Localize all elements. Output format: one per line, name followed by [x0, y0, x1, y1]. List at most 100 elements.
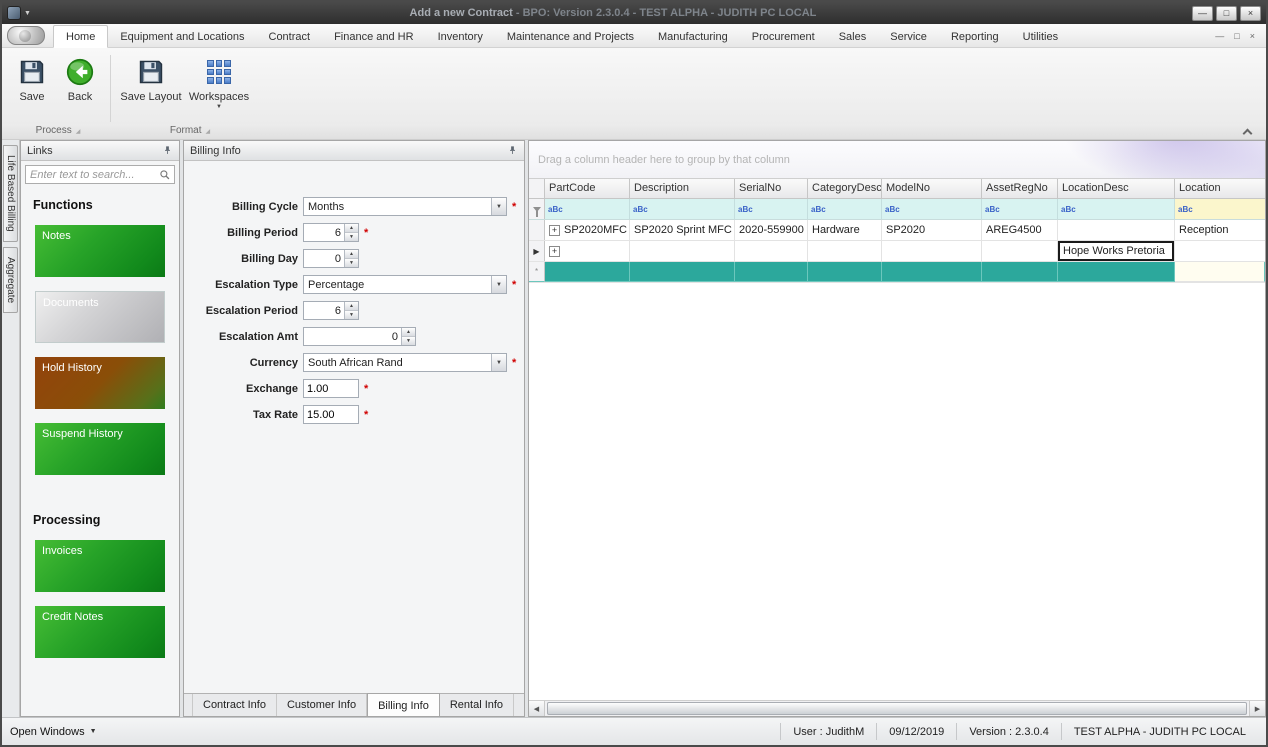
tax-rate-field[interactable] — [303, 405, 359, 424]
back-button[interactable]: Back — [56, 53, 104, 124]
cell-partcode[interactable]: + — [545, 241, 630, 261]
spin-up-icon[interactable]: ▲ — [345, 302, 358, 310]
cell-modelno[interactable]: SP2020 — [882, 220, 982, 240]
ribbon-tab-inventory[interactable]: Inventory — [426, 26, 495, 47]
chevron-down-icon[interactable]: ▼ — [491, 198, 506, 215]
open-windows-button[interactable]: Open Windows ▼ — [10, 726, 97, 738]
spin-down-icon[interactable]: ▼ — [402, 336, 415, 345]
ribbon-tab-home[interactable]: Home — [53, 25, 109, 48]
billing-cycle-select[interactable]: Months ▼ — [303, 197, 507, 216]
tab-contract-info[interactable]: Contract Info — [192, 694, 277, 716]
ribbon-tab-finance-and-hr[interactable]: Finance and HR — [322, 26, 426, 47]
ribbon-tab-contract[interactable]: Contract — [257, 26, 323, 47]
filter-cell-serialno[interactable]: aBc — [735, 199, 808, 219]
search-icon[interactable] — [159, 169, 171, 181]
workspaces-button[interactable]: Workspaces ▼ — [185, 53, 253, 124]
app-icon[interactable] — [7, 6, 21, 20]
cell-locationdesc[interactable] — [1058, 262, 1175, 282]
spin-up-icon[interactable]: ▲ — [345, 250, 358, 258]
ribbon-minimize-icon[interactable]: — — [1215, 31, 1224, 41]
dialog-launcher-icon[interactable]: ◢ — [206, 129, 211, 135]
spin-down-icon[interactable]: ▼ — [345, 232, 358, 241]
column-header-partcode[interactable]: PartCode — [545, 179, 630, 198]
spin-up-icon[interactable]: ▲ — [345, 224, 358, 232]
ribbon-tab-utilities[interactable]: Utilities — [1011, 26, 1070, 47]
escalation-period-stepper[interactable]: 6 ▲ ▼ — [303, 301, 359, 320]
close-button[interactable]: × — [1240, 5, 1261, 21]
cell-assetregno[interactable] — [982, 241, 1058, 261]
ribbon-tab-reporting[interactable]: Reporting — [939, 26, 1011, 47]
cell-modelno[interactable] — [882, 262, 982, 282]
escalation-type-select[interactable]: Percentage ▼ — [303, 275, 507, 294]
escalation-amt-stepper[interactable]: 0 ▲ ▼ — [303, 327, 416, 346]
cell-serialno[interactable] — [735, 241, 808, 261]
filter-cell-categorydesc[interactable]: aBc — [808, 199, 882, 219]
scroll-left-icon[interactable]: ◀ — [529, 701, 545, 716]
column-header-location[interactable]: Location — [1175, 179, 1265, 198]
chevron-down-icon[interactable]: ▼ — [491, 354, 506, 371]
billing-day-stepper[interactable]: 0 ▲ ▼ — [303, 249, 359, 268]
exchange-input[interactable] — [304, 382, 358, 395]
application-menu-button[interactable] — [7, 26, 45, 45]
cell-partcode[interactable]: + SP2020MFC — [545, 220, 630, 240]
cell-partcode[interactable] — [545, 262, 630, 282]
documents-button[interactable]: Documents — [35, 291, 165, 343]
filter-cell-locationdesc[interactable]: aBc — [1058, 199, 1175, 219]
column-header-description[interactable]: Description — [630, 179, 735, 198]
scrollbar-thumb[interactable] — [547, 702, 1247, 715]
filter-cell-modelno[interactable]: aBc — [882, 199, 982, 219]
cell-assetregno[interactable] — [982, 262, 1058, 282]
cell-location[interactable] — [1175, 262, 1265, 282]
currency-select[interactable]: South African Rand ▼ — [303, 353, 507, 372]
expand-row-icon[interactable]: + — [549, 224, 560, 236]
quick-access-dropdown-icon[interactable]: ▼ — [24, 10, 31, 17]
horizontal-scrollbar[interactable]: ◀ ▶ — [529, 700, 1265, 716]
filter-cell-description[interactable]: aBc — [630, 199, 735, 219]
cell-serialno[interactable]: 2020-559900 — [735, 220, 808, 240]
ribbon-tab-maintenance-and-projects[interactable]: Maintenance and Projects — [495, 26, 646, 47]
side-tab-life-based-billing[interactable]: Life Based Billing — [3, 145, 18, 242]
hold-history-button[interactable]: Hold History — [35, 357, 165, 409]
side-tab-aggregate[interactable]: Aggregate — [3, 246, 18, 313]
ribbon-collapse-icon[interactable] — [1242, 128, 1252, 136]
tab-customer-info[interactable]: Customer Info — [277, 694, 368, 716]
tax-rate-input[interactable] — [304, 408, 358, 421]
cell-location[interactable] — [1175, 241, 1265, 261]
tab-rental-info[interactable]: Rental Info — [440, 694, 515, 716]
ribbon-tab-manufacturing[interactable]: Manufacturing — [646, 26, 740, 47]
cell-locationdesc-editing[interactable]: Hope Works Pretoria — [1058, 241, 1175, 261]
cell-description[interactable] — [630, 241, 735, 261]
ribbon-tab-service[interactable]: Service — [878, 26, 939, 47]
credit-notes-button[interactable]: Credit Notes — [35, 606, 165, 658]
spin-up-icon[interactable]: ▲ — [402, 328, 415, 336]
ribbon-tab-sales[interactable]: Sales — [827, 26, 879, 47]
cell-assetregno[interactable]: AREG4500 — [982, 220, 1058, 240]
exchange-field[interactable] — [303, 379, 359, 398]
dialog-launcher-icon[interactable]: ◢ — [76, 129, 81, 135]
cell-location[interactable]: Reception — [1175, 220, 1265, 240]
cell-categorydesc[interactable]: Hardware — [808, 220, 882, 240]
cell-categorydesc[interactable] — [808, 262, 882, 282]
ribbon-close-icon[interactable]: × — [1250, 31, 1255, 41]
minimize-button[interactable]: — — [1192, 5, 1213, 21]
cell-modelno[interactable] — [882, 241, 982, 261]
billing-period-stepper[interactable]: 6 ▲ ▼ — [303, 223, 359, 242]
cell-description[interactable]: SP2020 Sprint MFC — [630, 220, 735, 240]
ribbon-tab-equipment-and-locations[interactable]: Equipment and Locations — [108, 26, 256, 47]
expand-row-icon[interactable]: + — [549, 245, 560, 257]
column-header-assetregno[interactable]: AssetRegNo — [982, 179, 1058, 198]
column-header-categorydesc[interactable]: CategoryDesc — [808, 179, 882, 198]
filter-cell-partcode[interactable]: aBc — [545, 199, 630, 219]
cell-serialno[interactable] — [735, 262, 808, 282]
restore-button[interactable]: □ — [1216, 5, 1237, 21]
ribbon-restore-icon[interactable]: □ — [1234, 31, 1239, 41]
chevron-down-icon[interactable]: ▼ — [491, 276, 506, 293]
save-layout-button[interactable]: Save Layout — [117, 53, 185, 124]
table-row[interactable]: + SP2020MFC SP2020 Sprint MFC 2020-559900… — [529, 220, 1265, 241]
grid-group-by-bar[interactable]: Drag a column header here to group by th… — [529, 141, 1265, 179]
cell-locationdesc[interactable] — [1058, 220, 1175, 240]
invoices-button[interactable]: Invoices — [35, 540, 165, 592]
filter-cell-assetregno[interactable]: aBc — [982, 199, 1058, 219]
spin-down-icon[interactable]: ▼ — [345, 310, 358, 319]
search-input[interactable] — [26, 168, 159, 181]
